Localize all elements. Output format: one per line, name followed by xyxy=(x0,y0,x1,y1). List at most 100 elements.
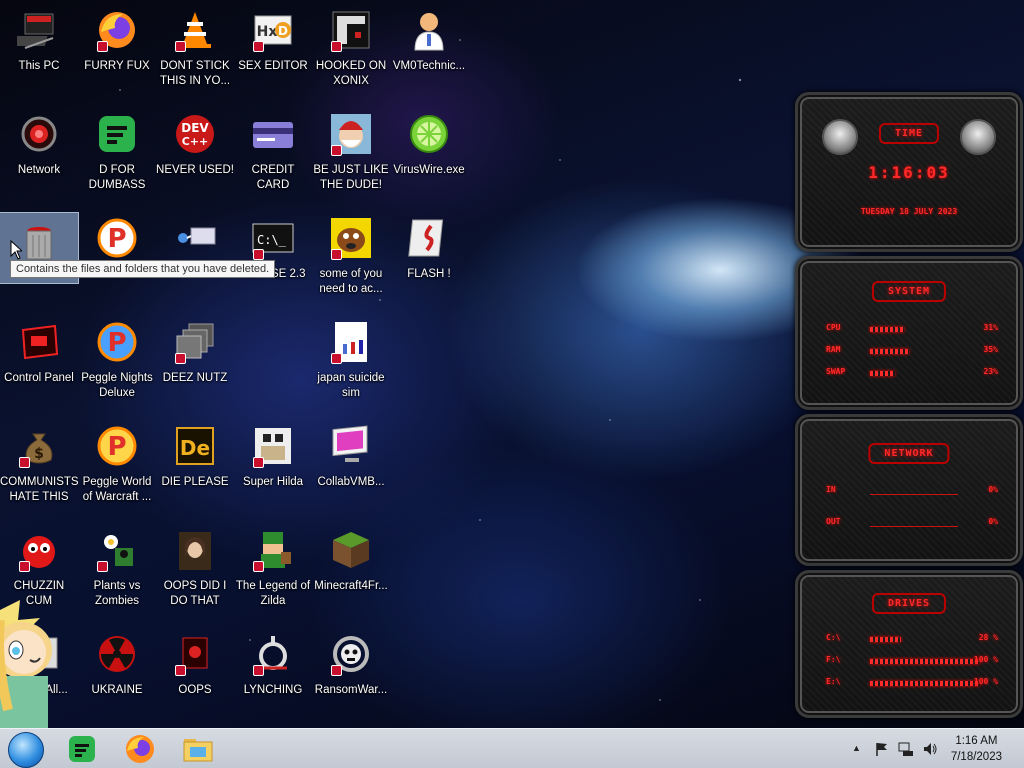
desktop-icon-zilda[interactable]: The Legend of Zilda xyxy=(234,520,312,618)
shortcut-arrow-icon xyxy=(253,457,264,468)
desktop-icon-ransomware[interactable]: RansomWar... xyxy=(312,624,390,722)
network-in-label: IN xyxy=(826,485,836,494)
flag-icon[interactable] xyxy=(874,741,890,757)
peggle-icon: P xyxy=(93,318,141,366)
desktop-icon-sex-editor[interactable]: Hx D SEX EDITOR xyxy=(234,0,312,98)
desktop-icon-peggle-nights[interactable]: P Peggle Nights Deluxe xyxy=(78,312,156,410)
desktop-icon-d-for-dumbass[interactable]: D FOR DUMBASS xyxy=(78,104,156,202)
santa-icon xyxy=(327,110,375,158)
recycle-bin-tooltip: Contains the files and folders that you … xyxy=(10,260,276,278)
icon-label: FLASH ! xyxy=(407,268,451,280)
network-in-row: IN 0% xyxy=(826,485,998,499)
icon-label: CREDIT CARD CHECKER xyxy=(251,164,295,191)
show-hidden-icons-icon[interactable]: ▲ xyxy=(852,743,861,753)
desktop-icon-credit-card[interactable]: CREDIT CARD CHECKER xyxy=(234,104,312,202)
desktop-icon-dont-stick[interactable]: DONT STICK THIS IN YO... xyxy=(156,0,234,98)
desktop-icon-peggle-1[interactable]: P xyxy=(78,208,156,306)
desktop-icon-die-please[interactable]: De DIE PLEASE xyxy=(156,416,234,514)
radiation-icon xyxy=(93,630,141,678)
taskbar-feedly-button[interactable] xyxy=(66,733,98,765)
desktop-icon-viruswire[interactable]: VirusWire.exe xyxy=(390,104,468,202)
this-pc-icon xyxy=(15,6,63,54)
icon-label: Control Panel xyxy=(4,372,74,384)
desktop-icon-network-device[interactable] xyxy=(156,208,234,306)
swap-label: SWAP xyxy=(826,367,846,376)
network-out-percent: 0% xyxy=(988,517,998,526)
shortcut-arrow-icon xyxy=(19,561,30,572)
shortcut-arrow-icon xyxy=(331,41,342,52)
taskbar-firefox-button[interactable] xyxy=(124,733,156,765)
network-icon xyxy=(15,110,63,158)
stacked-windows-icon xyxy=(171,318,219,366)
volume-icon[interactable] xyxy=(922,741,938,757)
ram-percent: 35% xyxy=(983,345,998,354)
desktop-icon-super-hilda[interactable]: Super Hilda xyxy=(234,416,312,514)
drives-widget-title: DRIVES xyxy=(871,593,947,614)
icon-label: DONT STICK THIS IN YO... xyxy=(159,60,231,87)
shortcut-arrow-icon xyxy=(97,41,108,52)
swap-percent: 23% xyxy=(983,367,998,376)
icon-label: some of you need to ac... xyxy=(319,268,383,295)
shortcut-arrow-icon xyxy=(331,145,342,156)
folder-icon xyxy=(183,739,213,762)
shortcut-arrow-icon xyxy=(19,457,30,468)
svg-text:P: P xyxy=(107,432,126,462)
ram-label: RAM xyxy=(826,345,841,354)
flash-document-icon xyxy=(405,214,453,262)
desktop-icon-dude[interactable]: BE JUST LIKE THE DUDE! xyxy=(312,104,390,202)
icon-label: Network xyxy=(17,164,61,176)
portrait-icon xyxy=(171,526,219,574)
shortcut-arrow-icon xyxy=(253,41,264,52)
desktop-icon-deez-nutz[interactable]: DEEZ NUTZ xyxy=(156,312,234,410)
desktop-icon-plants-vs-zombies[interactable]: Plants vs Zombies xyxy=(78,520,156,618)
icon-label: BE JUST LIKE THE DUDE! xyxy=(313,164,389,191)
desktop-icon-flash[interactable]: FLASH ! xyxy=(390,208,468,306)
shortcut-arrow-icon xyxy=(253,665,264,676)
desktop-icon-ukraine[interactable]: UKRAINE xyxy=(78,624,156,722)
icon-label: NEVER USED! xyxy=(156,164,234,176)
desktop-icon-control-panel[interactable]: Control Panel xyxy=(0,312,78,410)
icon-label: japan suicide sim xyxy=(317,372,385,399)
taskbar-clock[interactable]: 1:16 AM 7/18/2023 xyxy=(951,733,1002,765)
peggle-icon: P xyxy=(93,214,141,262)
desktop-icon-oops-did-i[interactable]: OOPS DID I DO THAT xyxy=(156,520,234,618)
icon-label: SEX EDITOR xyxy=(238,60,308,72)
network-status-icon[interactable] xyxy=(898,741,914,757)
time-widget-title: TIME xyxy=(878,123,940,144)
network-out-graph xyxy=(870,526,958,527)
ram-bar xyxy=(870,349,909,354)
icon-label: DEEZ NUTZ xyxy=(162,372,228,384)
desktop-icon-network[interactable]: Network xyxy=(0,104,78,202)
desktop-icon-minecraft[interactable]: Minecraft4Fr... xyxy=(312,520,390,618)
start-button[interactable] xyxy=(8,732,44,768)
shortcut-arrow-icon xyxy=(175,665,186,676)
desktop-icon-xonix[interactable]: HOOKED ON XONIX xyxy=(312,0,390,98)
desktop-icon-communists[interactable]: $ COMMUNISTS HATE THIS G... xyxy=(0,416,78,514)
desktop-icon-peggle-wow[interactable]: P Peggle World of Warcraft ... xyxy=(78,416,156,514)
drives-widget: DRIVES C:\ 28 % F:\ 100 % E:\ 100 % xyxy=(795,570,1023,718)
desktop-icon-lynching[interactable]: LYNCHING xyxy=(234,624,312,722)
chuzzle-icon xyxy=(15,526,63,574)
icon-label: UKRAINE xyxy=(91,684,143,696)
clock-time: 1:16 AM xyxy=(955,735,998,747)
oops-icon xyxy=(171,630,219,678)
desktop-icon-collabvm[interactable]: CollabVMB... xyxy=(312,416,390,514)
taskbar-file-explorer-button[interactable] xyxy=(182,733,214,765)
vlc-icon xyxy=(171,6,219,54)
network-out-row: OUT 0% xyxy=(826,517,998,531)
network-in-percent: 0% xyxy=(988,485,998,494)
icon-label: Minecraft4Fr... xyxy=(314,580,388,592)
desktop-icon-some-of-you[interactable]: some of you need to ac... xyxy=(312,208,390,306)
desktop-icon-lypse[interactable]: C:\_ ...LYPSE 2.3 xyxy=(234,208,312,306)
shortcut-arrow-icon xyxy=(253,249,264,260)
desktop-icon-furry-fux[interactable]: FURRY FUX xyxy=(78,0,156,98)
desktop-icon-never-used[interactable]: DEV C++ NEVER USED! xyxy=(156,104,234,202)
shortcut-arrow-icon xyxy=(331,249,342,260)
desktop-icon-oops[interactable]: OOPS xyxy=(156,624,234,722)
swap-row: SWAP 23% xyxy=(826,367,998,381)
desktop-icon-japan-sim[interactable]: japan suicide sim xyxy=(312,312,390,410)
desktop-icon-this-pc[interactable]: This PC xyxy=(0,0,78,98)
desktop-icon-vm0technic[interactable]: VM0Technic... xyxy=(390,0,468,98)
svg-text:C:\_: C:\_ xyxy=(257,233,287,247)
xonix-icon xyxy=(327,6,375,54)
